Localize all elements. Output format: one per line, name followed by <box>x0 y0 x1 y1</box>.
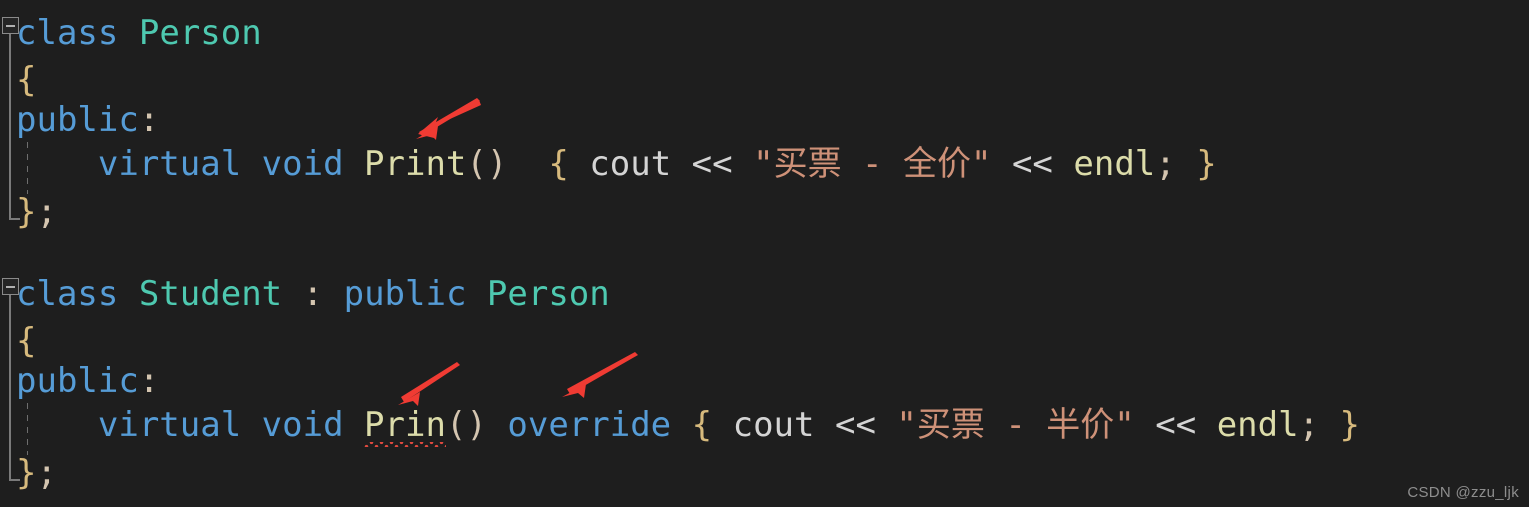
code-line-student-prin-method[interactable]: virtual void Prin() override { cout << "… <box>0 401 1360 450</box>
code-line-student-access-specifier[interactable]: public: <box>0 357 159 406</box>
token-stream-operator-3: << <box>834 405 876 445</box>
token-endl: endl <box>1073 144 1156 184</box>
token-body-close-brace-2: } <box>1339 405 1361 445</box>
code-line-person-access-specifier[interactable]: public: <box>0 96 159 145</box>
token-inheritance-colon: : <box>302 274 324 314</box>
token-body-open-brace: { <box>548 144 569 184</box>
token-keyword-void: void <box>261 144 344 184</box>
code-editor[interactable]: class Person { public: virtual void Prin… <box>0 0 1529 507</box>
token-keyword-void-2: void <box>261 405 344 445</box>
token-type-person: Person <box>138 13 262 53</box>
token-semicolon-2: ; <box>1298 405 1320 445</box>
code-line-person-close[interactable]: }; <box>0 188 57 237</box>
token-stream-operator-4: << <box>1155 405 1197 445</box>
token-keyword-virtual: virtual <box>97 144 242 184</box>
token-cout-2: cout <box>732 405 815 445</box>
code-line-student-close[interactable]: }; <box>0 449 57 498</box>
token-keyword-override: override <box>507 405 672 445</box>
token-keyword-class: class <box>16 13 119 53</box>
token-keyword-public-inherit: public <box>343 274 467 314</box>
token-parens: () <box>466 144 508 184</box>
code-content[interactable]: class Person { public: virtual void Prin… <box>0 0 1529 507</box>
token-keyword-class-2: class <box>16 274 119 314</box>
token-close-brace: } <box>16 192 37 232</box>
token-type-student: Student <box>138 274 283 314</box>
token-body-open-brace-2: { <box>691 405 713 445</box>
token-close-brace-2: } <box>16 453 37 493</box>
token-body-close-brace: } <box>1196 144 1217 184</box>
token-keyword-public: public <box>16 100 139 140</box>
token-cout: cout <box>589 144 672 184</box>
token-endl-2: endl <box>1216 405 1299 445</box>
code-line-student-declaration[interactable]: class Student : public Person <box>0 270 610 319</box>
token-string-literal: "买票 - 全价" <box>753 144 992 184</box>
token-keyword-virtual-2: virtual <box>97 405 242 445</box>
token-semicolon: ; <box>1155 144 1176 184</box>
token-class-semicolon: ; <box>36 192 57 232</box>
token-open-brace: { <box>16 60 37 100</box>
watermark-label: CSDN @zzu_ljk <box>1407 484 1519 501</box>
token-stream-operator-2: << <box>1011 144 1053 184</box>
code-line-person-print-method[interactable]: virtual void Print() { cout << "买票 - 全价"… <box>0 140 1217 189</box>
token-colon-2: : <box>138 361 160 401</box>
token-function-print: Print <box>364 144 467 184</box>
token-keyword-public-2: public <box>16 361 139 401</box>
token-colon: : <box>138 100 160 140</box>
code-line-person-declaration[interactable]: class Person <box>0 9 262 58</box>
token-parens-2: () <box>445 405 487 445</box>
token-stream-operator-1: << <box>691 144 733 184</box>
token-open-brace-2: { <box>16 321 37 361</box>
token-base-type-person: Person <box>486 274 610 314</box>
token-string-literal-2: "买票 - 半价" <box>896 405 1135 445</box>
token-function-prin-error: Prin <box>364 401 446 450</box>
token-class-semicolon-2: ; <box>36 453 57 493</box>
